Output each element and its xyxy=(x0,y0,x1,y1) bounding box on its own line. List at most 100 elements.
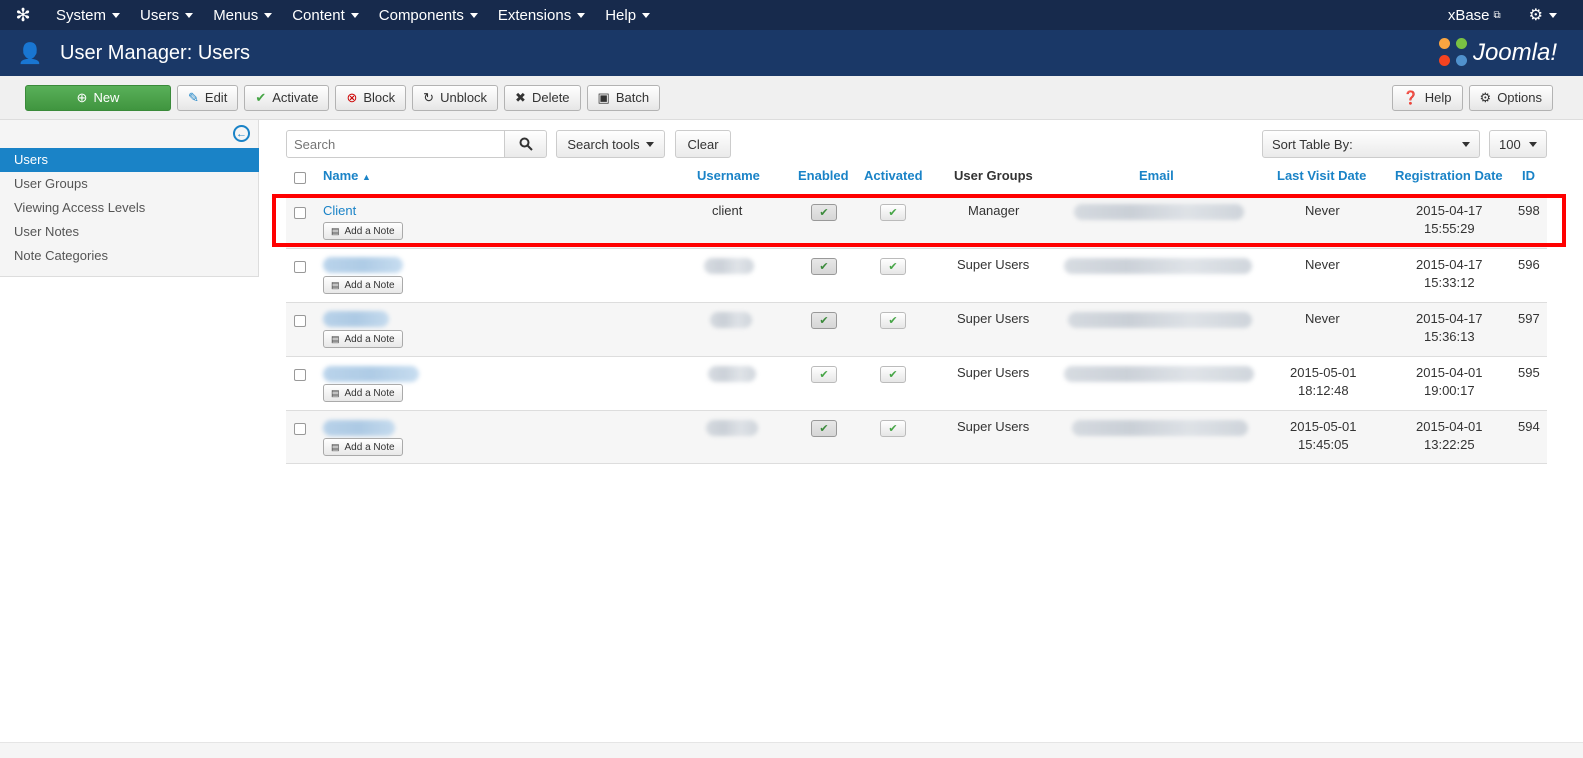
enabled-toggle[interactable]: ✔ xyxy=(811,258,837,275)
activated-toggle[interactable]: ✔ xyxy=(880,366,906,383)
menu-components[interactable]: Components xyxy=(369,0,488,30)
refresh-icon: ↻ xyxy=(423,89,435,105)
registration-date-cell: 2015-04-17 xyxy=(1416,203,1483,218)
add-note-button[interactable]: ▤ Add a Note xyxy=(323,276,403,294)
sidebar-item-users[interactable]: Users xyxy=(0,148,259,172)
table-row: Client ▤ Add a Note client ✔ ✔ Manager Ne… xyxy=(286,194,1547,248)
search-button[interactable] xyxy=(504,130,547,158)
select-all-checkbox[interactable] xyxy=(294,172,306,184)
help-button[interactable]: ❓ Help xyxy=(1391,84,1463,111)
user-name-redacted[interactable] xyxy=(323,257,403,273)
table-row: ▤ Add a Note ✔ ✔ Super Users Never 2015-0… xyxy=(286,302,1547,356)
row-checkbox[interactable] xyxy=(294,369,306,381)
new-button[interactable]: ⊕ New xyxy=(25,84,171,111)
close-icon: ✖ xyxy=(515,89,526,105)
menu-help[interactable]: Help xyxy=(595,0,660,30)
batch-button[interactable]: ▣ Batch xyxy=(586,84,661,111)
column-last-visit[interactable]: Last Visit Date xyxy=(1277,168,1366,183)
user-name-redacted[interactable] xyxy=(323,311,389,327)
enabled-toggle[interactable]: ✔ xyxy=(811,420,837,437)
enabled-toggle[interactable]: ✔ xyxy=(811,204,837,221)
table-row: ▤ Add a Note ✔ ✔ Super Users Never 2015-0… xyxy=(286,248,1547,302)
activated-toggle[interactable]: ✔ xyxy=(880,420,906,437)
plus-circle-icon: ⊕ xyxy=(76,89,88,105)
external-link-icon: ⧉ xyxy=(1493,9,1501,21)
add-note-button[interactable]: ▤ Add a Note xyxy=(323,222,403,240)
user-name-redacted[interactable] xyxy=(323,366,419,382)
delete-button[interactable]: ✖ Delete xyxy=(504,84,581,111)
id-cell: 596 xyxy=(1518,257,1540,272)
site-link[interactable]: xBase ⧉ xyxy=(1448,7,1501,24)
table-header: Name ▲ Username Enabled Activated User G… xyxy=(286,162,1547,194)
row-checkbox[interactable] xyxy=(294,315,306,327)
last-visit-time-cell: 15:45:05 xyxy=(1298,437,1349,452)
email-redacted xyxy=(1064,258,1252,274)
joomla-logo-mark xyxy=(1438,38,1469,68)
last-visit-date-cell: 2015-05-01 xyxy=(1290,365,1357,380)
column-user-groups: User Groups xyxy=(954,168,1033,183)
search-tools-button[interactable]: Search tools xyxy=(556,130,665,158)
row-checkbox[interactable] xyxy=(294,207,306,219)
list-limit-select[interactable]: 100 xyxy=(1489,130,1547,158)
id-cell: 595 xyxy=(1518,365,1540,380)
caret-down-icon xyxy=(1549,12,1557,18)
username-cell: client xyxy=(712,203,743,218)
column-email[interactable]: Email xyxy=(1139,168,1174,183)
sidebar-item-viewing-access-levels[interactable]: Viewing Access Levels xyxy=(0,196,259,220)
column-registration-date[interactable]: Registration Date xyxy=(1395,168,1503,183)
menu-extensions[interactable]: Extensions xyxy=(488,0,595,30)
user-name-link[interactable]: Client xyxy=(323,203,356,218)
column-id[interactable]: ID xyxy=(1522,168,1535,183)
activated-toggle[interactable]: ✔ xyxy=(880,312,906,329)
user-group-cell: Super Users xyxy=(957,311,1030,326)
status-footer xyxy=(0,742,1583,758)
activated-toggle[interactable]: ✔ xyxy=(880,258,906,275)
menu-content[interactable]: Content xyxy=(282,0,369,30)
column-activated[interactable]: Activated xyxy=(864,168,923,183)
email-redacted xyxy=(1072,420,1248,436)
registration-date-cell: 2015-04-17 xyxy=(1416,311,1483,326)
enabled-toggle[interactable]: ✔ xyxy=(811,312,837,329)
last-visit-cell: Never xyxy=(1305,203,1340,218)
add-note-button[interactable]: ▤ Add a Note xyxy=(323,384,403,402)
menu-users[interactable]: Users xyxy=(130,0,203,30)
clear-button[interactable]: Clear xyxy=(675,130,731,158)
enabled-toggle[interactable]: ✔ xyxy=(811,366,837,383)
add-note-button[interactable]: ▤ Add a Note xyxy=(323,438,403,456)
block-button[interactable]: ⊗ Block xyxy=(335,84,407,111)
caret-down-icon xyxy=(577,12,586,18)
row-checkbox[interactable] xyxy=(294,423,306,435)
menu-system[interactable]: System xyxy=(46,0,130,30)
column-username[interactable]: Username xyxy=(697,168,760,183)
column-name[interactable]: Name ▲ xyxy=(323,168,371,183)
search-input[interactable] xyxy=(286,130,505,158)
check-icon: ✔ xyxy=(255,89,267,105)
menu-menus[interactable]: Menus xyxy=(203,0,282,30)
sort-table-select[interactable]: Sort Table By: xyxy=(1262,130,1480,158)
row-checkbox[interactable] xyxy=(294,261,306,273)
activate-button[interactable]: ✔ Activate xyxy=(244,84,330,111)
activated-toggle[interactable]: ✔ xyxy=(880,204,906,221)
add-note-button[interactable]: ▤ Add a Note xyxy=(323,330,403,348)
sidebar-item-user-groups[interactable]: User Groups xyxy=(0,172,259,196)
column-enabled[interactable]: Enabled xyxy=(798,168,849,183)
username-redacted xyxy=(708,366,756,382)
caret-down-icon xyxy=(642,12,651,18)
sidebar-item-user-notes[interactable]: User Notes xyxy=(0,220,259,244)
user-name-redacted[interactable] xyxy=(323,420,395,436)
id-cell: 597 xyxy=(1518,311,1540,326)
unblock-button[interactable]: ↻ Unblock xyxy=(412,84,499,111)
search-icon xyxy=(519,137,533,151)
collapse-sidebar-icon[interactable]: ← xyxy=(233,125,250,142)
user-group-cell: Super Users xyxy=(957,419,1030,434)
joomla-icon[interactable]: ✻ xyxy=(0,0,46,30)
registration-time-cell: 15:55:29 xyxy=(1424,221,1475,236)
sidebar-item-note-categories[interactable]: Note Categories xyxy=(0,244,259,268)
username-redacted xyxy=(710,312,752,328)
gear-icon[interactable]: ⚙ xyxy=(1529,5,1557,25)
edit-button[interactable]: ✎ Edit xyxy=(177,84,239,111)
options-button[interactable]: ⚙ Options xyxy=(1468,84,1553,111)
nav-right: xBase ⧉ ⚙ xyxy=(1448,0,1583,30)
toolbar: ⊕ New ✎ Edit ✔ Activate ⊗ Block ↻ Unblock ✖ De… xyxy=(0,76,1583,120)
registration-date-cell: 2015-04-01 xyxy=(1416,419,1483,434)
